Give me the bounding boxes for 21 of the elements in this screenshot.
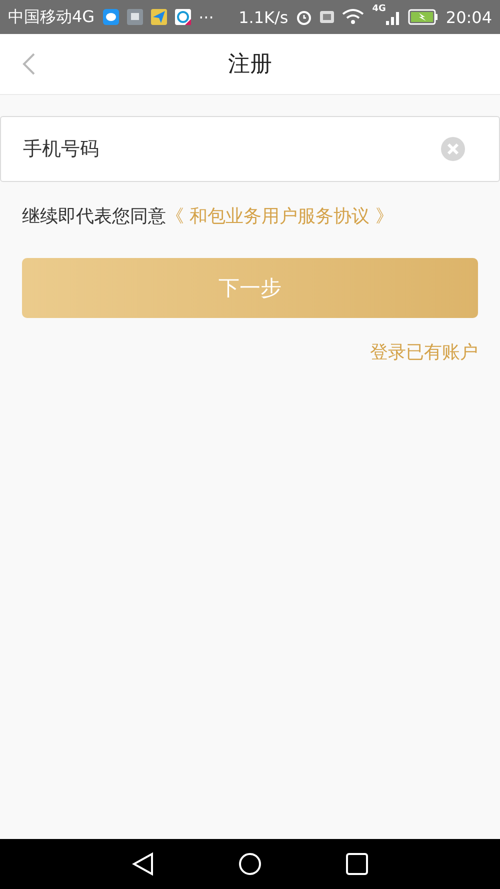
signal-icon xyxy=(386,9,400,25)
network-speed: 1.1K/s xyxy=(238,8,288,26)
clock-time: 20:04 xyxy=(446,8,492,26)
agreement-text: 继续即代表您同意《 和包业务用户服务协议 》 xyxy=(22,205,394,229)
alarm-clock-icon xyxy=(296,9,312,25)
app-logo-icon xyxy=(174,9,191,25)
wifi-icon xyxy=(342,9,364,25)
battery-charging-icon xyxy=(408,9,438,25)
home-circle-icon[interactable] xyxy=(238,852,262,876)
network-type: 4G xyxy=(372,4,386,14)
login-link[interactable]: 登录已有账户 xyxy=(370,340,478,364)
phone-input-field[interactable]: 手机号码 xyxy=(0,116,500,182)
carrier-name: 中国移动4G xyxy=(8,6,95,28)
next-button[interactable]: 下一步 xyxy=(22,258,478,318)
chat-bubble-icon xyxy=(102,9,119,25)
recents-square-icon[interactable] xyxy=(346,853,368,875)
page-title: 注册 xyxy=(228,51,272,79)
paper-plane-icon xyxy=(150,9,167,25)
back-triangle-icon[interactable] xyxy=(132,852,154,876)
agreement-link[interactable]: 《 和包业务用户服务协议 》 xyxy=(166,206,394,227)
more-notifications: ··· xyxy=(198,8,214,26)
